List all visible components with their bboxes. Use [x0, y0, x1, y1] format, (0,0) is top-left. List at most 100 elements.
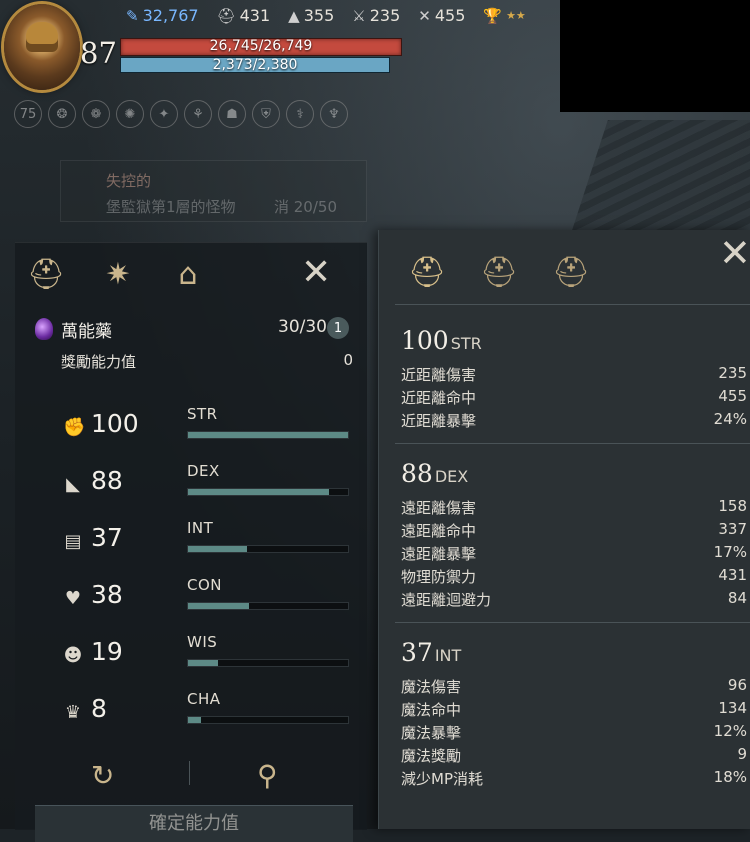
stat-line: 減少MP消耗 18% [401, 768, 747, 789]
section-value: 88 [401, 459, 433, 488]
buff-icon[interactable]: ☗ [218, 100, 246, 128]
buff-counter[interactable]: 75 [14, 100, 42, 128]
attribute-bar [187, 602, 349, 610]
hat-value: 355 [303, 6, 335, 25]
attribute-value: 100 [91, 409, 139, 438]
stat-label: 魔法獎勵 [401, 747, 462, 765]
stat-value: 455 [718, 387, 747, 405]
stat-label: 魔法暴擊 [401, 724, 462, 742]
hp-text: 26,745/26,749 [209, 38, 313, 54]
muscle-icon: ✊ [63, 417, 86, 438]
buff-icon[interactable]: ❂ [48, 100, 76, 128]
buff-icon[interactable]: ✺ [116, 100, 144, 128]
stat-value: 84 [727, 589, 747, 607]
detail-tab-helmet-shield-icon[interactable]: ⛑ [551, 250, 591, 294]
buff-icon[interactable]: ⚘ [184, 100, 212, 128]
stat-value: 431 [718, 566, 747, 584]
buff-icon[interactable]: ♆ [320, 100, 348, 128]
hp-bar: 26,745/26,749 [120, 38, 402, 56]
divider [395, 443, 750, 444]
detail-tab-helmet-plus-icon[interactable]: ⛑ [479, 250, 519, 294]
sword-stat: ⚔ 235 [352, 6, 400, 25]
stat-line: 遠距離傷害 158 [401, 497, 747, 518]
stat-label: 魔法傷害 [401, 678, 462, 696]
wizard-hat-icon: ▲ [288, 6, 300, 25]
section-header-str: 100 STR [401, 326, 482, 355]
stat-line: 近距離傷害 235 [401, 364, 747, 385]
reward-row: 獎勵能力值 0 [61, 351, 353, 372]
tab-character-helmet-icon[interactable]: ⛑ [27, 255, 65, 293]
stat-line: 魔法獎勵 9 [401, 745, 747, 766]
divider [395, 622, 750, 623]
reward-value: 0 [343, 351, 353, 369]
attribute-bar-fill [188, 603, 249, 609]
stat-line: 近距離暴擊 24% [401, 410, 747, 431]
magnifier-icon[interactable]: ⚲ [257, 759, 278, 792]
attribute-value: 88 [91, 466, 123, 495]
crossed-value: 455 [434, 6, 466, 25]
head-icon: ☻ [63, 645, 83, 666]
buff-row: 75 ❂ ❁ ✺ ✦ ⚘ ☗ ⛨ ⚕ ♆ [14, 100, 348, 128]
stat-value: 24% [713, 410, 747, 428]
attribute-row-int: ▤ 37 INT [63, 519, 363, 561]
crown-icon: ♛ [64, 702, 82, 723]
stat-value: 235 [718, 364, 747, 382]
tab-house-icon[interactable]: ⌂ [169, 255, 207, 293]
stat-value: 12% [713, 722, 747, 740]
reset-icon[interactable]: ↻ [91, 759, 114, 792]
section-header-dex: 88 DEX [401, 459, 468, 488]
stat-label: 遠距離命中 [401, 522, 477, 540]
attribute-row-str: ✊ 100 STR [63, 405, 363, 447]
stat-line: 遠距離迴避力 84 [401, 589, 747, 610]
attribute-bar [187, 488, 349, 496]
attribute-bar-fill [188, 717, 201, 723]
stat-line: 魔法命中 134 [401, 699, 747, 720]
section-header-int: 37 INT [401, 638, 461, 667]
stat-value: 134 [718, 699, 747, 717]
attribute-panel: ⛑ ✷ ⌂ ✕ 萬能藥 30/30 1 獎勵能力值 0 ✊ 100 STR ◣ 88 DE… [15, 242, 367, 842]
attribute-code: CHA [187, 690, 221, 708]
close-icon[interactable]: ✕ [719, 234, 750, 272]
stat-label: 物理防禦力 [401, 568, 477, 586]
stat-label: 近距離傷害 [401, 366, 477, 384]
attribute-bar [187, 659, 349, 667]
divider [395, 304, 750, 305]
quest-1-title: 失控的 [106, 172, 152, 190]
stat-line: 近距離命中 455 [401, 387, 747, 408]
buff-icon[interactable]: ⚕ [286, 100, 314, 128]
potion-row: 萬能藥 30/30 1 [35, 315, 357, 343]
tab-compass-star-icon[interactable]: ✷ [99, 255, 137, 293]
buff-counter-value: 75 [19, 106, 37, 122]
stat-value: 17% [713, 543, 747, 561]
stat-label: 魔法命中 [401, 701, 462, 719]
confirm-button[interactable]: 確定能力值 [35, 805, 353, 842]
stat-label: 遠距離暴擊 [401, 545, 477, 563]
helmet-value: 431 [239, 6, 271, 25]
trophy-icon: 🏆 [483, 6, 503, 25]
sword-icon: ⚔ [352, 6, 366, 25]
power-value: 32,767 [142, 6, 199, 25]
buff-icon[interactable]: ⛨ [252, 100, 280, 128]
attribute-value: 19 [91, 637, 123, 666]
section-value: 100 [401, 326, 449, 355]
hat-stat: ▲ 355 [288, 6, 334, 25]
close-tools-icon[interactable]: ✕ [301, 255, 331, 291]
stat-value: 9 [737, 745, 747, 763]
stat-value: 158 [718, 497, 747, 515]
section-value: 37 [401, 638, 433, 667]
black-overlay [560, 0, 750, 112]
stat-label: 遠距離迴避力 [401, 591, 492, 609]
heart-pulse-icon: ♥ [64, 588, 82, 609]
top-stats: ✎ 32,767 ⛑ 431 ▲ 355 ⚔ 235 ✕ 455 🏆 ★★ [126, 6, 526, 25]
detail-tab-helmet-gear-icon[interactable]: ⛑ [407, 250, 447, 294]
stat-label: 近距離暴擊 [401, 412, 477, 430]
divider [189, 761, 190, 785]
sword-value: 235 [369, 6, 401, 25]
buff-icon[interactable]: ❁ [82, 100, 110, 128]
player-portrait[interactable] [4, 4, 80, 90]
attribute-value: 38 [91, 580, 123, 609]
potion-badge[interactable]: 1 [327, 317, 349, 339]
stat-line: 物理防禦力 431 [401, 566, 747, 587]
buff-icon[interactable]: ✦ [150, 100, 178, 128]
attribute-code: DEX [187, 462, 220, 480]
